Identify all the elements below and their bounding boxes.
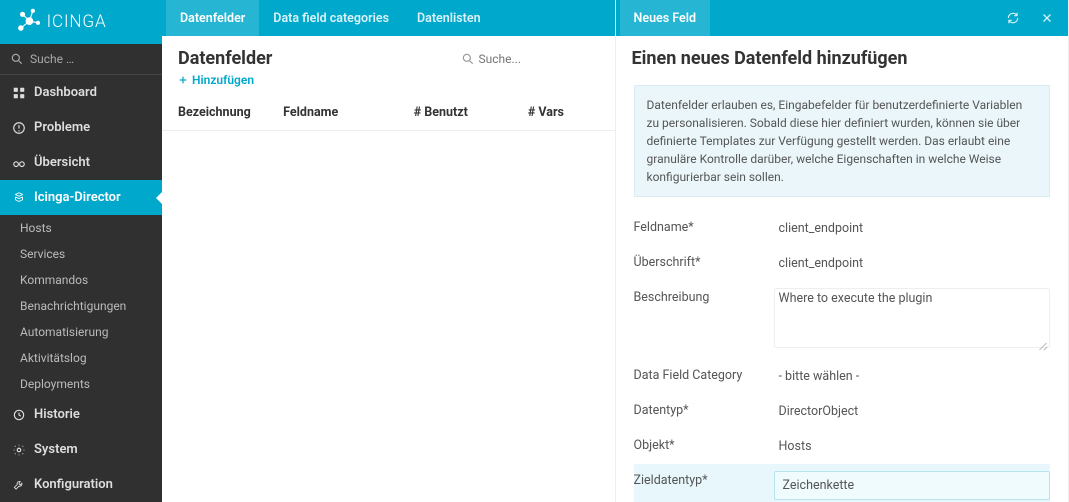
- tab-datenfelder[interactable]: Datenfelder: [166, 0, 259, 36]
- binoculars-icon: [12, 156, 26, 170]
- content: Datenfelder Data field categories Datenl…: [162, 0, 1069, 502]
- label-feldname: Feldname*: [634, 218, 774, 235]
- global-search-placeholder: Suche …: [30, 52, 74, 66]
- input-ueberschrift[interactable]: [774, 253, 1051, 274]
- nav-system[interactable]: System: [0, 432, 162, 467]
- col-feldname[interactable]: Feldname: [283, 105, 388, 120]
- tab-neues-feld[interactable]: Neues Feld: [620, 0, 711, 36]
- right-column: Neues Feld Einen neues Datenfeld hinzufü…: [616, 0, 1069, 502]
- nav-dashboard[interactable]: Dashboard: [0, 75, 162, 110]
- label-category: Data Field Category: [634, 366, 774, 383]
- nav-konfiguration[interactable]: Konfiguration: [0, 467, 162, 502]
- info-box: Datenfelder erlauben es, Eingabefelder f…: [634, 85, 1051, 197]
- select-category[interactable]: - bitte wählen -: [774, 366, 1051, 387]
- wrench-icon: [12, 478, 26, 492]
- tab-data-field-categories[interactable]: Data field categories: [259, 0, 403, 36]
- label-zieldatentyp: Zieldatentyp*: [634, 471, 774, 488]
- form-title: Einen neues Datenfeld hinzufügen: [632, 48, 908, 69]
- icinga-logo-icon: ICINGA: [14, 7, 134, 37]
- list-search[interactable]: [461, 52, 599, 66]
- label-objekt: Objekt*: [634, 436, 774, 453]
- refresh-icon: [1006, 11, 1020, 25]
- info-icon: [12, 121, 26, 135]
- input-feldname[interactable]: [774, 218, 1051, 239]
- refresh-button[interactable]: [996, 0, 1030, 36]
- subnav-aktivitaetslog[interactable]: Aktivitätslog: [0, 345, 162, 371]
- col-bezeichnung[interactable]: Bezeichnung: [178, 105, 283, 120]
- close-button[interactable]: [1030, 0, 1064, 36]
- subnav-benachrichtigungen[interactable]: Benachrichtigungen: [0, 293, 162, 319]
- left-column: Datenfelder Data field categories Datenl…: [162, 0, 616, 502]
- subnav-hosts[interactable]: Hosts: [0, 215, 162, 241]
- page-title: Datenfelder: [178, 48, 272, 69]
- svg-text:ICINGA: ICINGA: [47, 12, 107, 32]
- history-icon: [12, 408, 26, 422]
- search-icon: [461, 52, 475, 66]
- sidebar: ICINGA Suche … Dashboard Probleme Übersi…: [0, 0, 162, 502]
- select-objekt[interactable]: Hosts: [774, 436, 1051, 457]
- dashboard-icon: [12, 86, 26, 100]
- plus-icon: [178, 75, 188, 85]
- nav-probleme[interactable]: Probleme: [0, 110, 162, 145]
- tab-datenlisten[interactable]: Datenlisten: [403, 0, 495, 36]
- label-beschreibung: Beschreibung: [634, 288, 774, 305]
- add-link[interactable]: Hinzufügen: [162, 73, 615, 95]
- subnav-kommandos[interactable]: Kommandos: [0, 267, 162, 293]
- logo[interactable]: ICINGA: [0, 0, 162, 44]
- col-vars[interactable]: # Vars: [493, 105, 598, 120]
- right-tabs: Neues Feld: [616, 0, 1069, 36]
- subnav-services[interactable]: Services: [0, 241, 162, 267]
- cubes-icon: [12, 191, 26, 205]
- left-tabs: Datenfelder Data field categories Datenl…: [162, 0, 615, 36]
- gear-icon: [12, 443, 26, 457]
- global-search[interactable]: Suche …: [0, 44, 162, 75]
- search-icon: [10, 52, 24, 66]
- list-search-input[interactable]: [479, 52, 599, 66]
- nav-uebersicht[interactable]: Übersicht: [0, 145, 162, 180]
- col-benutzt[interactable]: # Benutzt: [388, 105, 493, 120]
- subnav-deployments[interactable]: Deployments: [0, 371, 162, 397]
- label-ueberschrift: Überschrift*: [634, 253, 774, 270]
- nav-historie[interactable]: Historie: [0, 397, 162, 432]
- input-beschreibung[interactable]: [774, 288, 1051, 348]
- subnav-automatisierung[interactable]: Automatisierung: [0, 319, 162, 345]
- select-datentyp[interactable]: DirectorObject: [774, 401, 1051, 422]
- form-body: Datenfelder erlauben es, Eingabefelder f…: [616, 73, 1069, 502]
- close-icon: [1041, 12, 1053, 24]
- label-datentyp: Datentyp*: [634, 401, 774, 418]
- table-header: Bezeichnung Feldname # Benutzt # Vars: [162, 95, 615, 131]
- nav-icinga-director[interactable]: Icinga-Director: [0, 180, 162, 215]
- select-zieldatentyp[interactable]: Zeichenkette: [774, 471, 1051, 500]
